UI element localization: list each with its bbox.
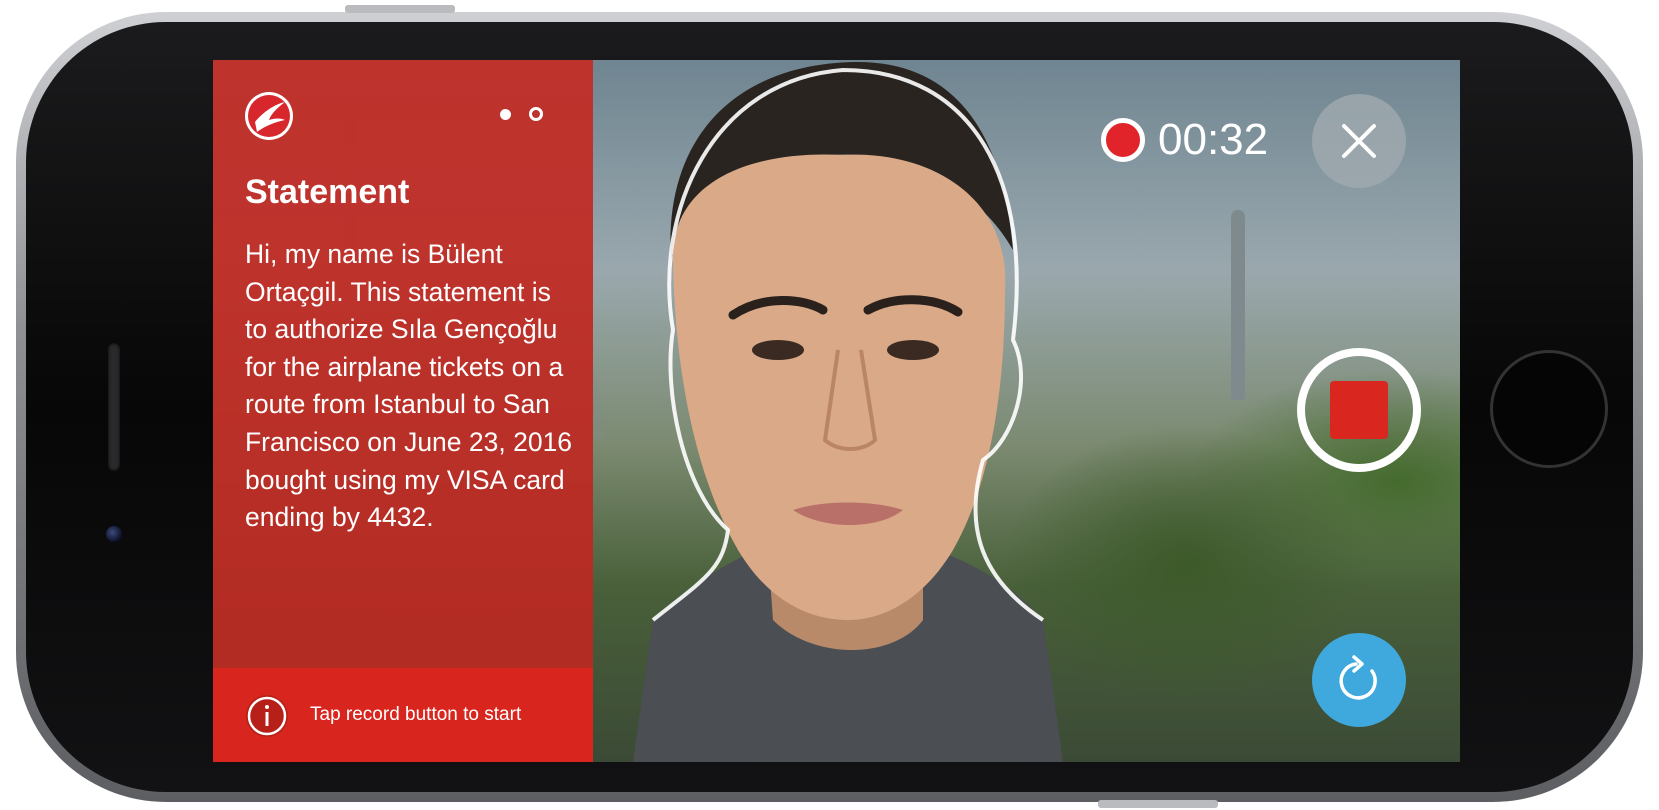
app-screen: Statement Hi, my name is Bülent Ortaçgil… bbox=[213, 60, 1460, 762]
logo-bird-icon bbox=[248, 95, 290, 137]
statement-panel: Statement Hi, my name is Bülent Ortaçgil… bbox=[213, 60, 593, 762]
close-icon bbox=[1342, 124, 1376, 158]
phone-home-button[interactable] bbox=[1490, 350, 1608, 468]
retry-button[interactable] bbox=[1312, 633, 1406, 727]
left-eye bbox=[752, 340, 804, 360]
timer-text: 00:32 bbox=[1158, 115, 1269, 164]
camera-preview-person bbox=[633, 61, 1063, 762]
record-dot-icon bbox=[1101, 118, 1145, 162]
stop-icon bbox=[1330, 381, 1388, 439]
turkish-airlines-logo bbox=[245, 92, 293, 140]
refresh-icon bbox=[1339, 655, 1377, 700]
pagination-indicator bbox=[500, 107, 543, 121]
phone-side-button-bottom bbox=[1098, 800, 1218, 808]
recording-timer: 00:32 bbox=[1101, 115, 1268, 165]
info-hint-text: Tap record button to start bbox=[310, 704, 522, 725]
stop-record-button[interactable] bbox=[1297, 348, 1421, 472]
close-button[interactable] bbox=[1312, 94, 1406, 188]
statement-text: Hi, my name is Bülent Ortaçgil. This sta… bbox=[245, 239, 573, 533]
info-icon bbox=[246, 695, 288, 737]
phone-front-camera bbox=[106, 526, 122, 542]
minaret-right bbox=[1231, 210, 1245, 400]
page-dot-1[interactable] bbox=[500, 108, 511, 120]
phone-side-button-top bbox=[345, 5, 455, 13]
info-bar: Tap record button to start bbox=[213, 668, 593, 762]
statement-title: Statement bbox=[245, 173, 410, 211]
page-dot-2-active[interactable] bbox=[529, 107, 543, 121]
phone-speaker bbox=[108, 343, 120, 471]
right-eye bbox=[887, 340, 939, 360]
